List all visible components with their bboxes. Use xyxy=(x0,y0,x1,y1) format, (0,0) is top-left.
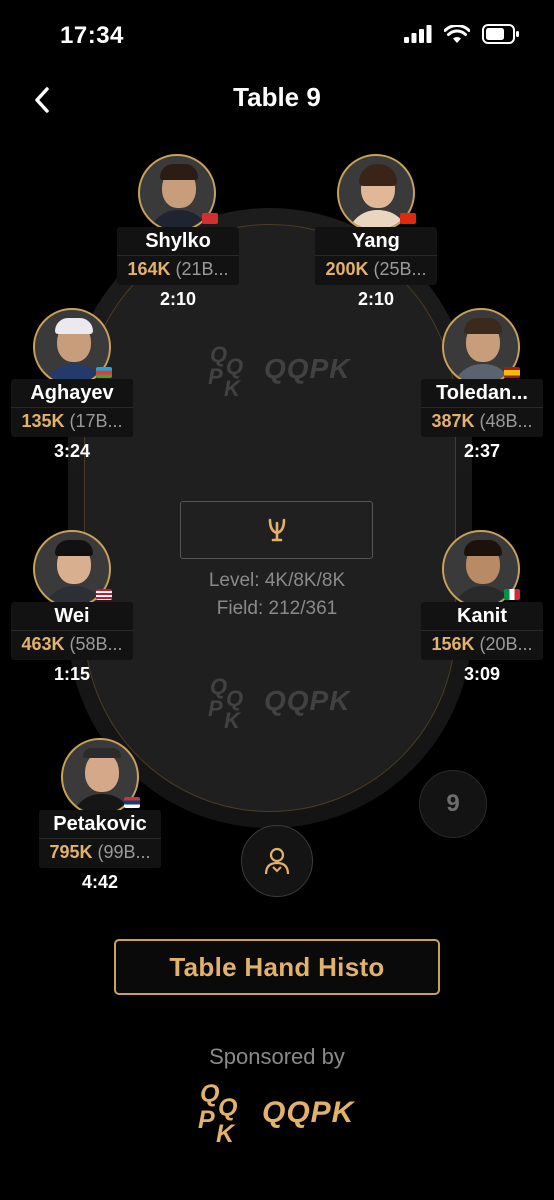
flag-icon xyxy=(96,589,112,600)
player-name: Shylko xyxy=(145,230,211,252)
player-stack: 135K (17B... xyxy=(11,407,133,437)
watermark-mark: Q Q P K xyxy=(208,674,244,733)
player-name: Toledan... xyxy=(436,382,528,404)
player-nameplate: Shylko 164K (21B... xyxy=(117,227,239,285)
player-nameplate: Aghayev 135K (17B... xyxy=(11,379,133,437)
status-time: 17:34 xyxy=(60,22,124,49)
nav-bar: Table 9 xyxy=(0,74,554,124)
player-timer: 2:37 xyxy=(463,441,501,461)
player-name: Aghayev xyxy=(30,382,114,404)
dealer-icon xyxy=(264,847,290,875)
player-timer: 3:09 xyxy=(463,664,501,684)
watermark-mark: Q Q P K xyxy=(208,342,244,401)
player-nameplate: Petakovic 795K (99B... xyxy=(39,810,161,868)
wifi-icon xyxy=(444,24,470,43)
flag-icon xyxy=(96,367,112,378)
player-nameplate: Toledan... 387K (48B... xyxy=(421,379,543,437)
signal-icon xyxy=(404,25,432,43)
flag-icon xyxy=(504,589,520,600)
flag-icon xyxy=(202,213,218,224)
blind-level: Level: 4K/8K/8K xyxy=(208,570,346,591)
player-name: Yang xyxy=(352,230,400,252)
player-timer: 2:10 xyxy=(357,289,395,309)
player-stack: 795K (99B... xyxy=(39,838,161,868)
sponsored-label: Sponsored by xyxy=(209,1044,345,1069)
player-timer: 2:10 xyxy=(159,289,197,309)
trophy-icon xyxy=(268,518,285,542)
status-bar: 17:34 xyxy=(0,0,554,70)
player-nameplate: Kanit 156K (20B... xyxy=(421,602,543,660)
watermark-logo: Q Q P K QQPK xyxy=(208,342,351,401)
field-count: Field: 212/361 xyxy=(216,598,338,619)
page-title: Table 9 xyxy=(233,82,321,112)
tournament-info-box[interactable] xyxy=(180,501,373,559)
sponsor-logo-text: QQPK xyxy=(262,1096,355,1129)
player-stack: 463K (58B... xyxy=(11,630,133,660)
status-icons xyxy=(404,24,520,44)
sponsor-logo[interactable]: Q Q P K QQPK xyxy=(198,1080,355,1148)
player-name: Wei xyxy=(54,605,90,627)
battery-icon xyxy=(482,24,519,44)
player-name: Kanit xyxy=(457,605,507,627)
player-stack: 387K (48B... xyxy=(421,407,543,437)
watermark-text: QQPK xyxy=(264,685,351,716)
watermark-text: QQPK xyxy=(264,353,351,384)
player-nameplate: Yang 200K (25B... xyxy=(315,227,437,285)
player-stack: 164K (21B... xyxy=(117,255,239,285)
player-stack: 200K (25B... xyxy=(315,255,437,285)
seat-number-badge[interactable]: 9 xyxy=(419,770,487,838)
flag-icon xyxy=(400,213,416,224)
player-stack: 156K (20B... xyxy=(421,630,543,660)
flag-icon xyxy=(124,797,140,808)
player-timer: 3:24 xyxy=(53,441,91,461)
player-timer: 4:42 xyxy=(81,872,119,892)
dealer-button[interactable] xyxy=(241,825,313,897)
player-name: Petakovic xyxy=(53,813,147,835)
flag-icon xyxy=(504,367,520,378)
watermark-logo: Q Q P K QQPK xyxy=(208,674,351,733)
player-timer: 1:15 xyxy=(53,664,91,684)
player-nameplate: Wei 463K (58B... xyxy=(11,602,133,660)
sponsor-logo-mark: Q Q P K xyxy=(198,1080,238,1148)
table-hand-history-button[interactable]: Table Hand Histo xyxy=(114,939,440,995)
